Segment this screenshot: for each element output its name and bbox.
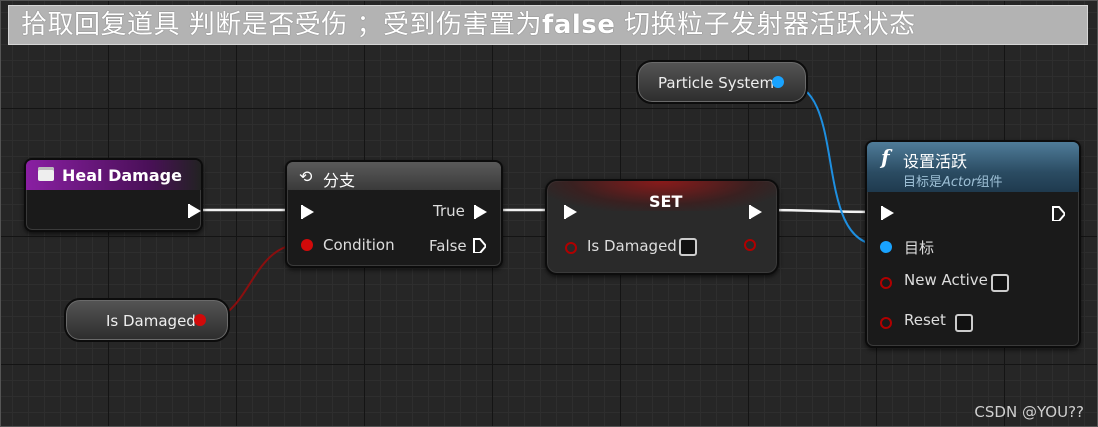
- condition-label: Condition: [323, 236, 395, 254]
- node-title: Heal Damage: [62, 166, 182, 185]
- false-exec-pin[interactable]: [472, 237, 486, 253]
- true-label: True: [433, 202, 465, 220]
- exec-in-pin[interactable]: [564, 205, 577, 219]
- is-damaged-checkbox[interactable]: [679, 238, 697, 256]
- exec-in-pin[interactable]: [301, 205, 314, 219]
- heal-damage-event-node[interactable]: Heal Damage: [24, 158, 203, 232]
- set-active-function-node[interactable]: f 设置活跃 目标是Actor组件 目标 New Active Reset: [865, 140, 1081, 348]
- function-icon: f: [881, 145, 890, 169]
- node-title: 设置活跃: [903, 152, 968, 171]
- reset-label: Reset: [904, 311, 946, 329]
- is-damaged-getter-node[interactable]: Is Damaged: [64, 298, 230, 342]
- new-active-pin[interactable]: [880, 277, 892, 289]
- particle-system-getter-node[interactable]: Particle System: [636, 60, 808, 104]
- branch-icon: ⟲: [299, 167, 313, 186]
- branch-header: [287, 162, 501, 190]
- node-subtitle: 目标是Actor组件: [903, 175, 1003, 190]
- event-icon: [38, 167, 54, 181]
- exec-out-pin[interactable]: [749, 205, 762, 219]
- target-label: 目标: [904, 239, 935, 257]
- getter-label: Is Damaged: [106, 312, 196, 330]
- watermark: CSDN @YOU??: [974, 403, 1084, 421]
- false-label: False: [429, 237, 467, 255]
- target-pin[interactable]: [880, 241, 892, 253]
- condition-pin[interactable]: [301, 239, 313, 251]
- exec-out-pin[interactable]: [188, 204, 201, 218]
- reset-pin[interactable]: [880, 317, 892, 329]
- is-damaged-label: Is Damaged: [587, 237, 677, 255]
- true-exec-pin[interactable]: [474, 205, 487, 219]
- set-variable-node[interactable]: SET Is Damaged: [545, 179, 779, 275]
- is-damaged-in-pin[interactable]: [565, 242, 577, 254]
- new-active-label: New Active: [904, 271, 988, 289]
- branch-node[interactable]: ⟲ 分支 Condition True False: [285, 160, 503, 268]
- new-active-checkbox[interactable]: [991, 274, 1009, 292]
- exec-in-pin[interactable]: [881, 206, 894, 220]
- exec-out-pin[interactable]: [1051, 205, 1065, 221]
- is-damaged-out-pin[interactable]: [194, 314, 206, 326]
- reset-checkbox[interactable]: [955, 314, 973, 332]
- getter-label: Particle System: [658, 74, 775, 92]
- is-damaged-out-pin[interactable]: [744, 239, 756, 251]
- particle-out-pin[interactable]: [772, 76, 784, 88]
- node-title: SET: [649, 192, 683, 211]
- node-title: 分支: [323, 171, 356, 190]
